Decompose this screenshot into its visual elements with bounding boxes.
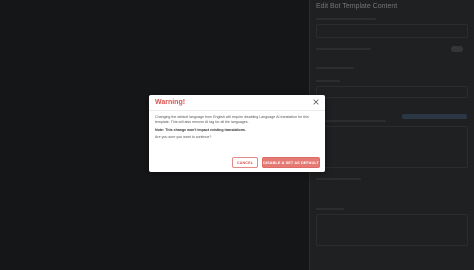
dialog-message: Changing the default language from Engli…	[155, 115, 309, 124]
dialog-title: Warning!	[155, 99, 186, 106]
dialog-question: Are you sure you want to continue?	[155, 135, 212, 140]
dialog-body: Changing the default language from Engli…	[155, 115, 320, 143]
cancel-button[interactable]: CANCEL	[232, 157, 258, 168]
close-icon[interactable]	[312, 98, 320, 106]
disable-and-set-default-button[interactable]: DISABLE & SET AS DEFAULT	[262, 157, 320, 168]
dialog-note: Note: This change won't impact existing …	[155, 127, 246, 132]
dialog-header: Warning!	[149, 95, 325, 111]
